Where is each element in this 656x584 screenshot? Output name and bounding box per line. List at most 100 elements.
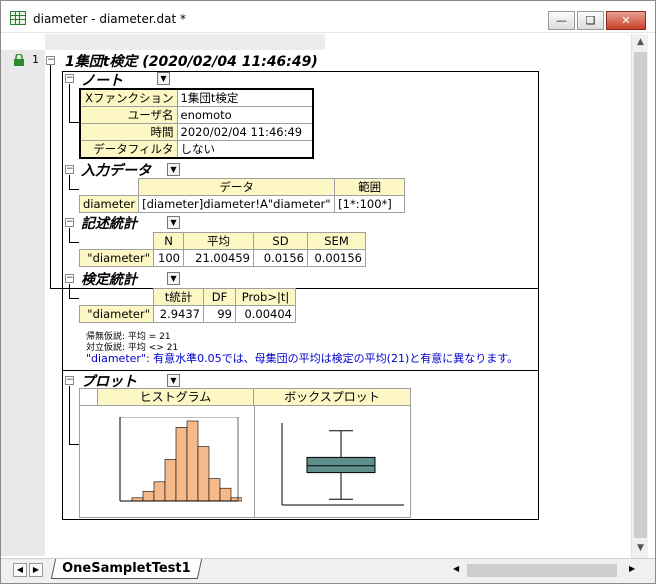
test-dropdown-button[interactable]: ▼ <box>167 272 180 285</box>
descriptive-heading: 記述統計 <box>81 216 137 232</box>
histogram-bar <box>197 446 210 502</box>
input-header-data: データ <box>138 178 336 196</box>
histogram-header: ヒストグラム <box>98 389 254 406</box>
test-header-df: DF <box>203 288 236 306</box>
histogram-bar <box>164 459 177 502</box>
input-cell[interactable]: [1*:100*] <box>334 195 406 213</box>
boxplot-header: ボックスプロット <box>254 389 410 406</box>
histogram-bar <box>186 420 199 502</box>
desc-header-sd: SD <box>253 232 308 250</box>
input-header-range: 範囲 <box>334 178 406 196</box>
scroll-right-button[interactable]: ▶ <box>629 564 635 573</box>
notes-heading: ノート <box>81 73 123 89</box>
notes-value[interactable]: 2020/02/04 11:46:49 <box>176 123 314 141</box>
test-table: t統計 DF Prob>|t| "diameter" 2.9437 99 0.00404 <box>79 288 296 323</box>
input-table: データ 範囲 diameter [diameter]diameter!A"diame… <box>78 178 406 213</box>
test-heading: 検定統計 <box>81 272 137 288</box>
test-collapse-toggle[interactable]: − <box>65 274 74 283</box>
input-row-label: diameter <box>78 195 140 213</box>
notes-label: データフィルタ <box>79 140 178 159</box>
horizontal-scrollbar[interactable]: ◀ ▶ <box>453 562 639 579</box>
desc-cell[interactable]: 0.00156 <box>307 249 366 267</box>
scroll-up-button[interactable]: ▲ <box>632 34 649 51</box>
report-title: 1集団t検定 (2020/02/04 11:46:49) <box>65 54 318 70</box>
notes-dropdown-button[interactable]: ▼ <box>157 72 170 85</box>
descriptive-table: N 平均 SD SEM "diameter" 100 21.00459 0.0156 0.00… <box>79 232 366 267</box>
desc-header-mean: 平均 <box>183 232 254 250</box>
tree-branch-plots <box>69 444 79 445</box>
report-window: diameter - diameter.dat * — ❑ ✕ 1 − 1集団t… <box>0 0 656 584</box>
tree-line-plots <box>69 386 70 444</box>
report-collapse-toggle[interactable]: − <box>46 56 55 65</box>
close-button[interactable]: ✕ <box>606 11 646 30</box>
test-header-prob: Prob>|t| <box>235 288 296 306</box>
notes-value[interactable]: 1集団t検定 <box>176 88 314 107</box>
vertical-scroll-thumb[interactable] <box>634 52 647 538</box>
notes-label: 時間 <box>79 123 178 141</box>
histogram-chart[interactable] <box>110 417 242 511</box>
input-dropdown-button[interactable]: ▼ <box>167 163 180 176</box>
tree-line-notes <box>69 84 70 122</box>
notes-value[interactable]: enomoto <box>176 106 314 124</box>
maximize-button[interactable]: ❑ <box>577 11 604 30</box>
histogram-bar <box>208 478 221 502</box>
minimize-button[interactable]: — <box>548 11 575 30</box>
plots-divider <box>254 406 255 517</box>
tree-line <box>50 65 51 288</box>
scroll-left-button[interactable]: ◀ <box>453 564 459 573</box>
desc-header-sem: SEM <box>307 232 366 250</box>
plots-corner-cell <box>80 389 98 406</box>
tree-branch-report <box>50 288 62 289</box>
title-bar: diameter - diameter.dat * — ❑ ✕ <box>1 1 655 33</box>
horizontal-scroll-thumb[interactable] <box>467 564 617 577</box>
tree-branch-input <box>69 189 79 190</box>
desc-cell[interactable]: 100 <box>153 249 184 267</box>
tree-branch-descriptive <box>69 242 79 243</box>
scroll-down-button[interactable]: ▼ <box>632 540 649 557</box>
histogram-bar <box>175 427 188 502</box>
input-collapse-toggle[interactable]: − <box>65 165 74 174</box>
plots-collapse-toggle[interactable]: − <box>65 376 74 385</box>
tree-line-input <box>69 175 70 189</box>
plots-dropdown-button[interactable]: ▼ <box>167 374 180 387</box>
prev-sheet-button[interactable]: ◀ <box>13 563 27 577</box>
desc-cell[interactable]: 0.0156 <box>253 249 308 267</box>
desc-row-label: "diameter" <box>79 249 154 267</box>
row-number: 1 <box>32 53 39 66</box>
histogram-bar <box>142 491 155 502</box>
worksheet-icon <box>10 11 26 25</box>
tree-line-test <box>69 284 70 298</box>
descriptive-collapse-toggle[interactable]: − <box>65 218 74 227</box>
lock-icon[interactable] <box>13 53 25 66</box>
test-row-label: "diameter" <box>79 305 154 323</box>
test-cell[interactable]: 2.9437 <box>153 305 204 323</box>
window-title: diameter - diameter.dat * <box>33 12 186 26</box>
input-cell[interactable]: [diameter]diameter!A"diameter" <box>138 195 336 213</box>
desc-cell[interactable]: 21.00459 <box>183 249 254 267</box>
sheet-tab-onesample[interactable]: OneSampletTest1 <box>50 559 202 579</box>
boxplot-chart[interactable] <box>266 423 406 513</box>
vertical-scrollbar[interactable]: ▲ ▼ <box>631 34 648 558</box>
test-cell[interactable]: 99 <box>203 305 236 323</box>
histogram-bar <box>219 487 232 502</box>
test-header-t: t統計 <box>153 288 204 306</box>
sheet-tab-label: OneSampletTest1 <box>62 561 191 576</box>
boxplot-box <box>306 456 376 474</box>
notes-collapse-toggle[interactable]: − <box>65 74 74 83</box>
histogram-bar <box>153 481 166 502</box>
top-strip <box>45 34 325 50</box>
row-gutter <box>1 50 45 556</box>
tree-line-descriptive <box>69 228 70 242</box>
notes-label: ユーザ名 <box>79 106 178 124</box>
test-cell[interactable]: 0.00404 <box>235 305 296 323</box>
tree-branch-notes <box>69 122 79 123</box>
tree-branch-test <box>69 298 79 299</box>
notes-label: Xファンクション <box>79 88 178 107</box>
input-heading: 入力データ <box>81 163 151 179</box>
sheet-tab-bar: ◀ ▶ OneSampletTest1 ◀ ▶ <box>1 558 655 583</box>
test-conclusion: "diameter": 有意水準0.05では、母集団の平均は検定の平均(21)と… <box>86 352 519 365</box>
notes-value[interactable]: しない <box>176 140 314 159</box>
next-sheet-button[interactable]: ▶ <box>29 563 43 577</box>
report-sheet: 1 − 1集団t検定 (2020/02/04 11:46:49) − ノート ▼… <box>1 34 631 558</box>
descriptive-dropdown-button[interactable]: ▼ <box>167 216 180 229</box>
